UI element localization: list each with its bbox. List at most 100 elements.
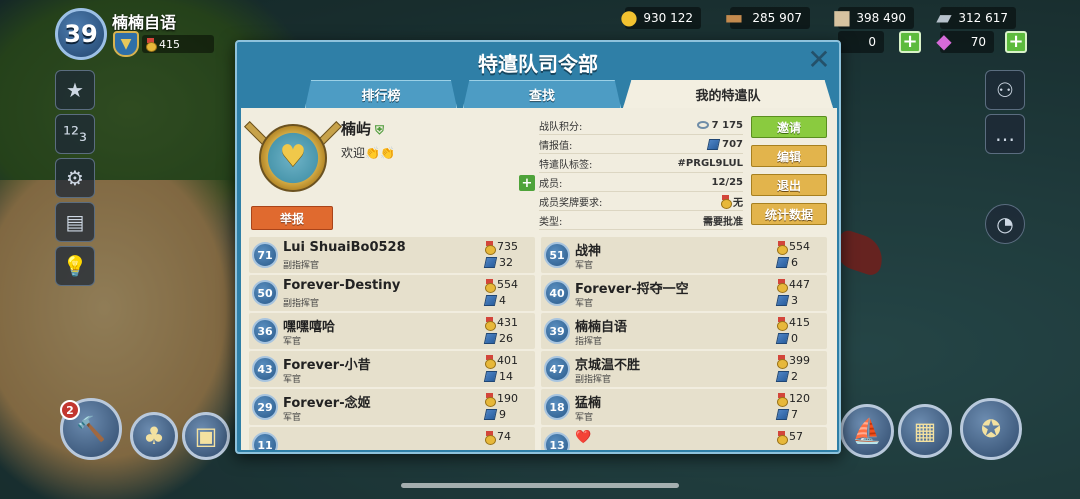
player-medals: 415	[142, 35, 214, 53]
news-icon[interactable]: ▤	[55, 202, 95, 242]
medal-icon	[777, 430, 788, 445]
reward-box-icon[interactable]: ▣	[182, 412, 230, 460]
taskforce-emblem: ♥	[244, 116, 342, 200]
edit-button[interactable]: 编辑	[751, 145, 827, 167]
member-rank-badge: 71	[252, 242, 278, 268]
extra-resource: 0	[838, 31, 884, 53]
member-intel: 3	[775, 294, 798, 307]
member-row[interactable]: 18 猛楠 军官 120 7	[541, 389, 827, 425]
medal-icon	[485, 316, 496, 331]
hint-bulb-icon[interactable]: 💡	[55, 246, 95, 286]
taskforce-members-icon[interactable]: ⚇	[985, 70, 1025, 110]
member-row[interactable]: 50 Forever-Destiny 副指挥官 554 4	[249, 275, 535, 311]
member-name: Forever-念姬	[283, 396, 371, 411]
member-row[interactable]: 39 楠楠自语 指挥官 415 0	[541, 313, 827, 349]
member-name: 战神	[575, 244, 602, 259]
member-rank-badge: 29	[252, 394, 278, 420]
compass-icon[interactable]: ✪	[960, 398, 1022, 460]
diamond-resource: ◆ 70	[936, 29, 994, 53]
add-resource-button[interactable]: +	[899, 31, 921, 53]
my-taskforce-panel: ♥ 楠屿 ⛨ 欢迎👏👏 举报 战队积分: 7 175 情报值: 707 特遣队标签…	[241, 108, 837, 450]
intel-icon	[706, 138, 721, 150]
member-name: Forever-Destiny	[283, 278, 401, 293]
settings-gear-icon[interactable]: ⚙	[55, 158, 95, 198]
member-row[interactable]: 40 Forever-捋夺一空 军官 447 3	[541, 275, 827, 311]
medal-icon	[485, 392, 496, 407]
boat-icon[interactable]: ⛵	[840, 404, 894, 458]
taskforce-name: 楠屿 ⛨	[341, 120, 385, 138]
tab-leaderboard[interactable]: 排行榜	[305, 80, 457, 108]
member-medals: 447	[777, 278, 810, 293]
medal-icon	[485, 354, 496, 369]
member-intel: 9	[483, 408, 506, 421]
member-row[interactable]: 43 Forever-小昔 军官 401 14	[249, 351, 535, 387]
report-button[interactable]: 举报	[251, 206, 333, 230]
member-role: 军官	[575, 299, 594, 309]
medal-icon	[721, 195, 732, 209]
member-rank-badge: 47	[544, 356, 570, 382]
member-row[interactable]: 47 京城温不胜 副指挥官 399 2	[541, 351, 827, 387]
member-role: 副指挥官	[283, 261, 320, 271]
stat-intel: 情报值: 707	[539, 135, 743, 154]
member-rank-badge: 13	[544, 432, 570, 450]
add-diamonds-button[interactable]: +	[1005, 31, 1027, 53]
member-role: 军官	[575, 261, 594, 271]
medal-icon	[146, 38, 157, 52]
taskforce-stats: 战队积分: 7 175 情报值: 707 特遣队标签: #PRGL9LUL + …	[519, 116, 743, 230]
tab-my-taskforce[interactable]: 我的特遣队	[623, 80, 833, 108]
member-rank-badge: 36	[252, 318, 278, 344]
intel-icon	[775, 333, 790, 344]
medal-icon	[777, 240, 788, 255]
stone-resource: ■ 398 490	[833, 5, 914, 29]
intel-icon	[483, 257, 498, 268]
stat-members: + 成员: 12/25	[519, 173, 743, 192]
member-name: Lui ShuaiBo0528	[283, 240, 406, 255]
notifications-icon[interactable]: ◔	[985, 204, 1025, 244]
wood-resource: ▬ 285 907	[725, 5, 810, 29]
member-role: 军官	[283, 337, 302, 347]
member-role: 副指挥官	[575, 375, 612, 385]
diamond-icon: ◆	[936, 29, 952, 53]
member-name: ❤️	[575, 430, 592, 445]
member-list[interactable]: 71 Lui ShuaiBo0528 副指挥官 735 32 51 战神 军官 …	[249, 237, 831, 450]
medal-icon	[485, 278, 496, 293]
close-icon[interactable]: ✕	[807, 46, 831, 74]
member-row[interactable]: 29 Forever-念姬 军官 190 9	[249, 389, 535, 425]
statue-icon[interactable]: ♣	[130, 412, 178, 460]
member-name: 嘿嘿嘻哈	[283, 320, 336, 335]
member-row[interactable]: 51 战神 军官 554 6	[541, 237, 827, 273]
member-intel: 14	[483, 370, 513, 383]
tab-search[interactable]: 查找	[463, 80, 621, 108]
member-row[interactable]: 36 嘿嘿嘻哈 军官 431 26	[249, 313, 535, 349]
builder-count-badge: 2	[60, 400, 80, 420]
member-medals: 554	[485, 278, 518, 293]
member-name: 楠楠自语	[575, 320, 628, 335]
medal-icon	[777, 354, 788, 369]
player-name: 楠楠自语	[112, 13, 177, 32]
intel-icon	[775, 257, 790, 268]
score-icon	[696, 121, 709, 129]
taskforce-description: 欢迎👏👏	[341, 146, 395, 160]
medal-icon	[777, 392, 788, 407]
leaderboard-icon[interactable]: ¹²₃	[55, 114, 95, 154]
member-name: Forever-小昔	[283, 358, 371, 373]
member-row[interactable]: 11 74	[249, 427, 535, 450]
intel-icon	[775, 295, 790, 306]
member-medals: 554	[777, 240, 810, 255]
statistics-button[interactable]: 统计数据	[751, 203, 827, 225]
star-icon[interactable]: ★	[55, 70, 95, 110]
member-intel: 0	[775, 332, 798, 345]
map-icon[interactable]: ▦	[898, 404, 952, 458]
iron-resource: ▰ 312 617	[936, 5, 1016, 29]
member-intel: 4	[483, 294, 506, 307]
stone-icon: ■	[832, 5, 852, 29]
medal-icon	[485, 240, 496, 255]
player-level-badge[interactable]: 39	[55, 8, 107, 60]
leave-button[interactable]: 退出	[751, 174, 827, 196]
member-row[interactable]: 13 ❤️ 57	[541, 427, 827, 450]
invite-button[interactable]: 邀请	[751, 116, 827, 138]
add-member-button[interactable]: +	[519, 175, 535, 191]
member-row[interactable]: 71 Lui ShuaiBo0528 副指挥官 735 32	[249, 237, 535, 273]
chat-icon[interactable]: …	[985, 114, 1025, 154]
member-rank-badge: 39	[544, 318, 570, 344]
